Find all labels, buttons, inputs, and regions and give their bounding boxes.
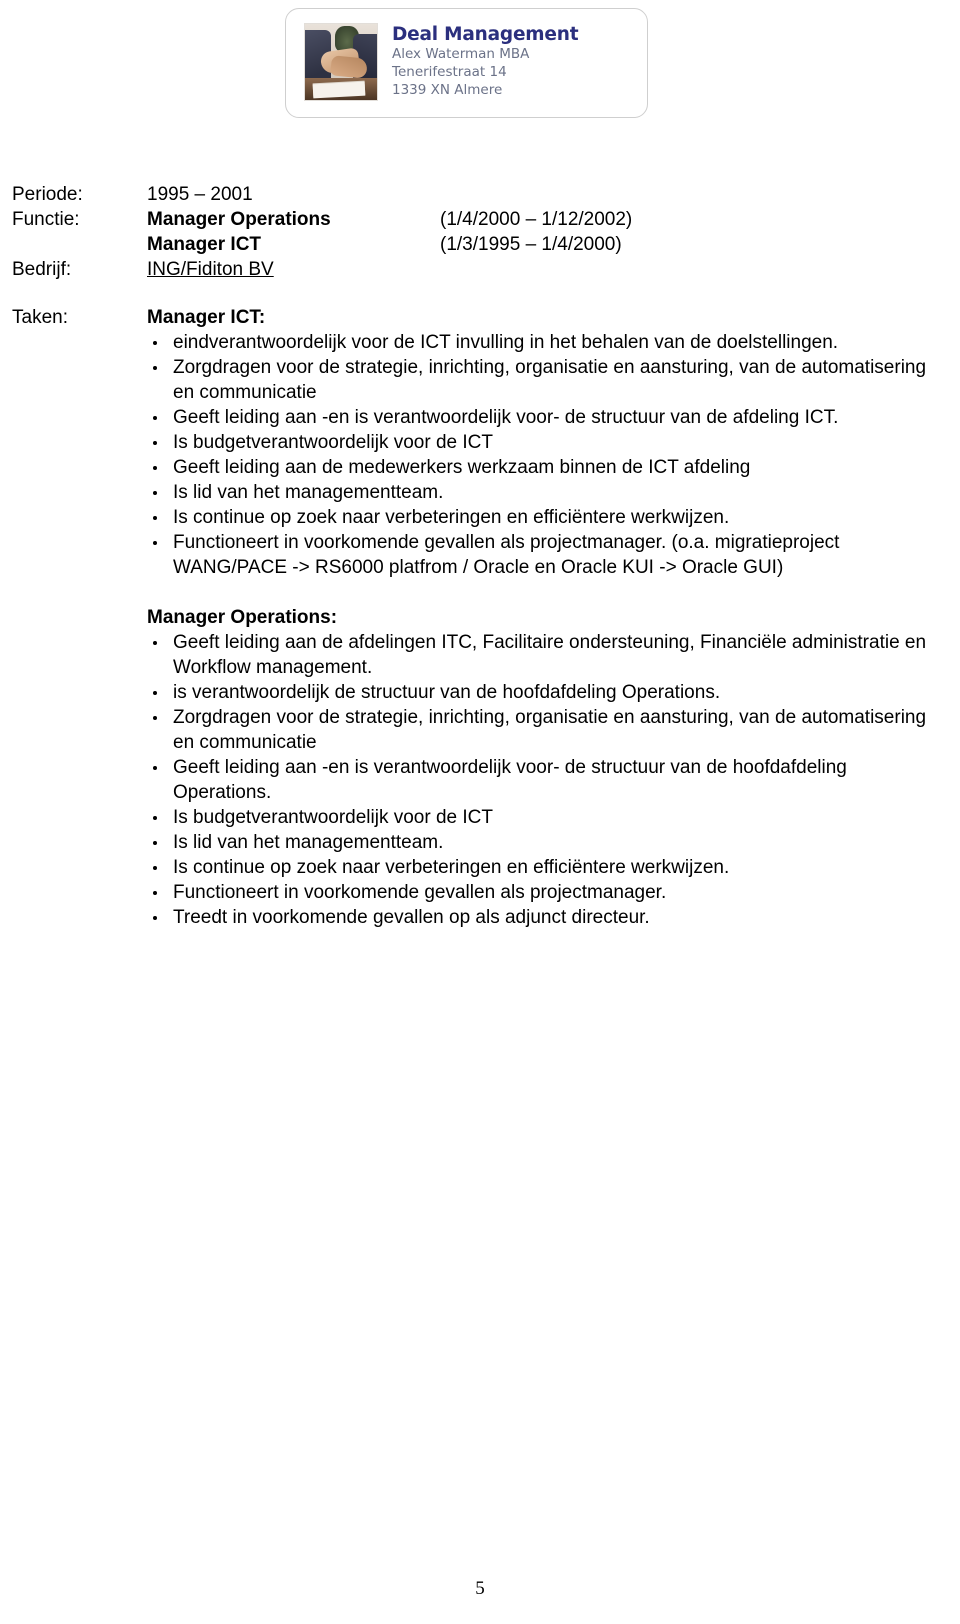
list-item: Functioneert in voorkomende gevallen als…: [147, 530, 937, 580]
meta-value-periode: 1995 – 2001: [147, 184, 253, 205]
letterhead-text: Deal Management Alex Waterman MBA Teneri…: [392, 23, 579, 99]
tasks-body: Manager ICT: eindverantwoordelijk voor d…: [147, 305, 937, 930]
photo-hand-right: [330, 55, 368, 79]
meta-label-bedrijf: Bedrijf:: [12, 259, 72, 280]
handshake-photo-icon: [304, 23, 378, 101]
tasks-list-manager-ict: eindverantwoordelijk voor de ICT invulli…: [147, 330, 937, 580]
list-item: Functioneert in voorkomende gevallen als…: [147, 880, 937, 905]
list-item: Geeft leiding aan -en is verantwoordelij…: [147, 755, 937, 805]
meta-value-functie-operations: Manager Operations: [147, 209, 331, 230]
contact-city: 1339 XN Almere: [392, 82, 503, 98]
list-item: Is budgetverantwoordelijk voor de ICT: [147, 430, 937, 455]
letterhead-inner: Deal Management Alex Waterman MBA Teneri…: [286, 9, 647, 101]
tasks-heading-manager-operations: Manager Operations:: [147, 607, 338, 628]
list-item: Zorgdragen voor de strategie, inrichting…: [147, 705, 937, 755]
meta-label-functie: Functie:: [12, 209, 80, 230]
list-item: eindverantwoordelijk voor de ICT invulli…: [147, 330, 937, 355]
tasks-heading-manager-ict: Manager ICT:: [147, 307, 266, 328]
meta-row: Periode: 1995 – 2001: [0, 182, 960, 207]
contact-street: Tenerifestraat 14: [392, 64, 507, 80]
list-item: Zorgdragen voor de strategie, inrichting…: [147, 355, 937, 405]
page-number: 5: [475, 1578, 485, 1599]
company-name: Deal Management: [392, 24, 579, 45]
meta-row: Manager ICT (1/3/1995 – 1/4/2000): [0, 232, 960, 257]
list-item: Treedt in voorkomende gevallen op als ad…: [147, 905, 937, 930]
list-item: is verantwoordelijk de structuur van de …: [147, 680, 937, 705]
list-item: Is lid van het managementteam.: [147, 480, 937, 505]
contact-person: Alex Waterman MBA: [392, 46, 530, 62]
list-item: Geeft leiding aan de medewerkers werkzaa…: [147, 455, 937, 480]
list-item: Is lid van het managementteam.: [147, 830, 937, 855]
list-item: Geeft leiding aan de afdelingen ITC, Fac…: [147, 630, 937, 680]
photo-paper: [312, 81, 366, 99]
tasks-label: Taken:: [12, 307, 68, 328]
letterhead-box: Deal Management Alex Waterman MBA Teneri…: [285, 8, 648, 118]
tasks-list-manager-operations: Geeft leiding aan de afdelingen ITC, Fac…: [147, 630, 937, 930]
job-meta-block: Periode: 1995 – 2001 Functie: Manager Op…: [0, 182, 960, 282]
meta-row: Functie: Manager Operations (1/4/2000 – …: [0, 207, 960, 232]
list-item: Is budgetverantwoordelijk voor de ICT: [147, 805, 937, 830]
meta-date-ict: (1/3/1995 – 1/4/2000): [440, 234, 622, 255]
list-item: Is continue op zoek naar verbeteringen e…: [147, 855, 937, 880]
meta-value-functie-ict: Manager ICT: [147, 234, 262, 255]
list-item: Is continue op zoek naar verbeteringen e…: [147, 505, 937, 530]
meta-value-bedrijf: ING/Fiditon BV: [147, 259, 274, 280]
list-item: Geeft leiding aan -en is verantwoordelij…: [147, 405, 937, 430]
meta-label-periode: Periode:: [12, 184, 83, 205]
meta-row: Bedrijf: ING/Fiditon BV: [0, 257, 960, 282]
meta-date-operations: (1/4/2000 – 1/12/2002): [440, 209, 633, 230]
